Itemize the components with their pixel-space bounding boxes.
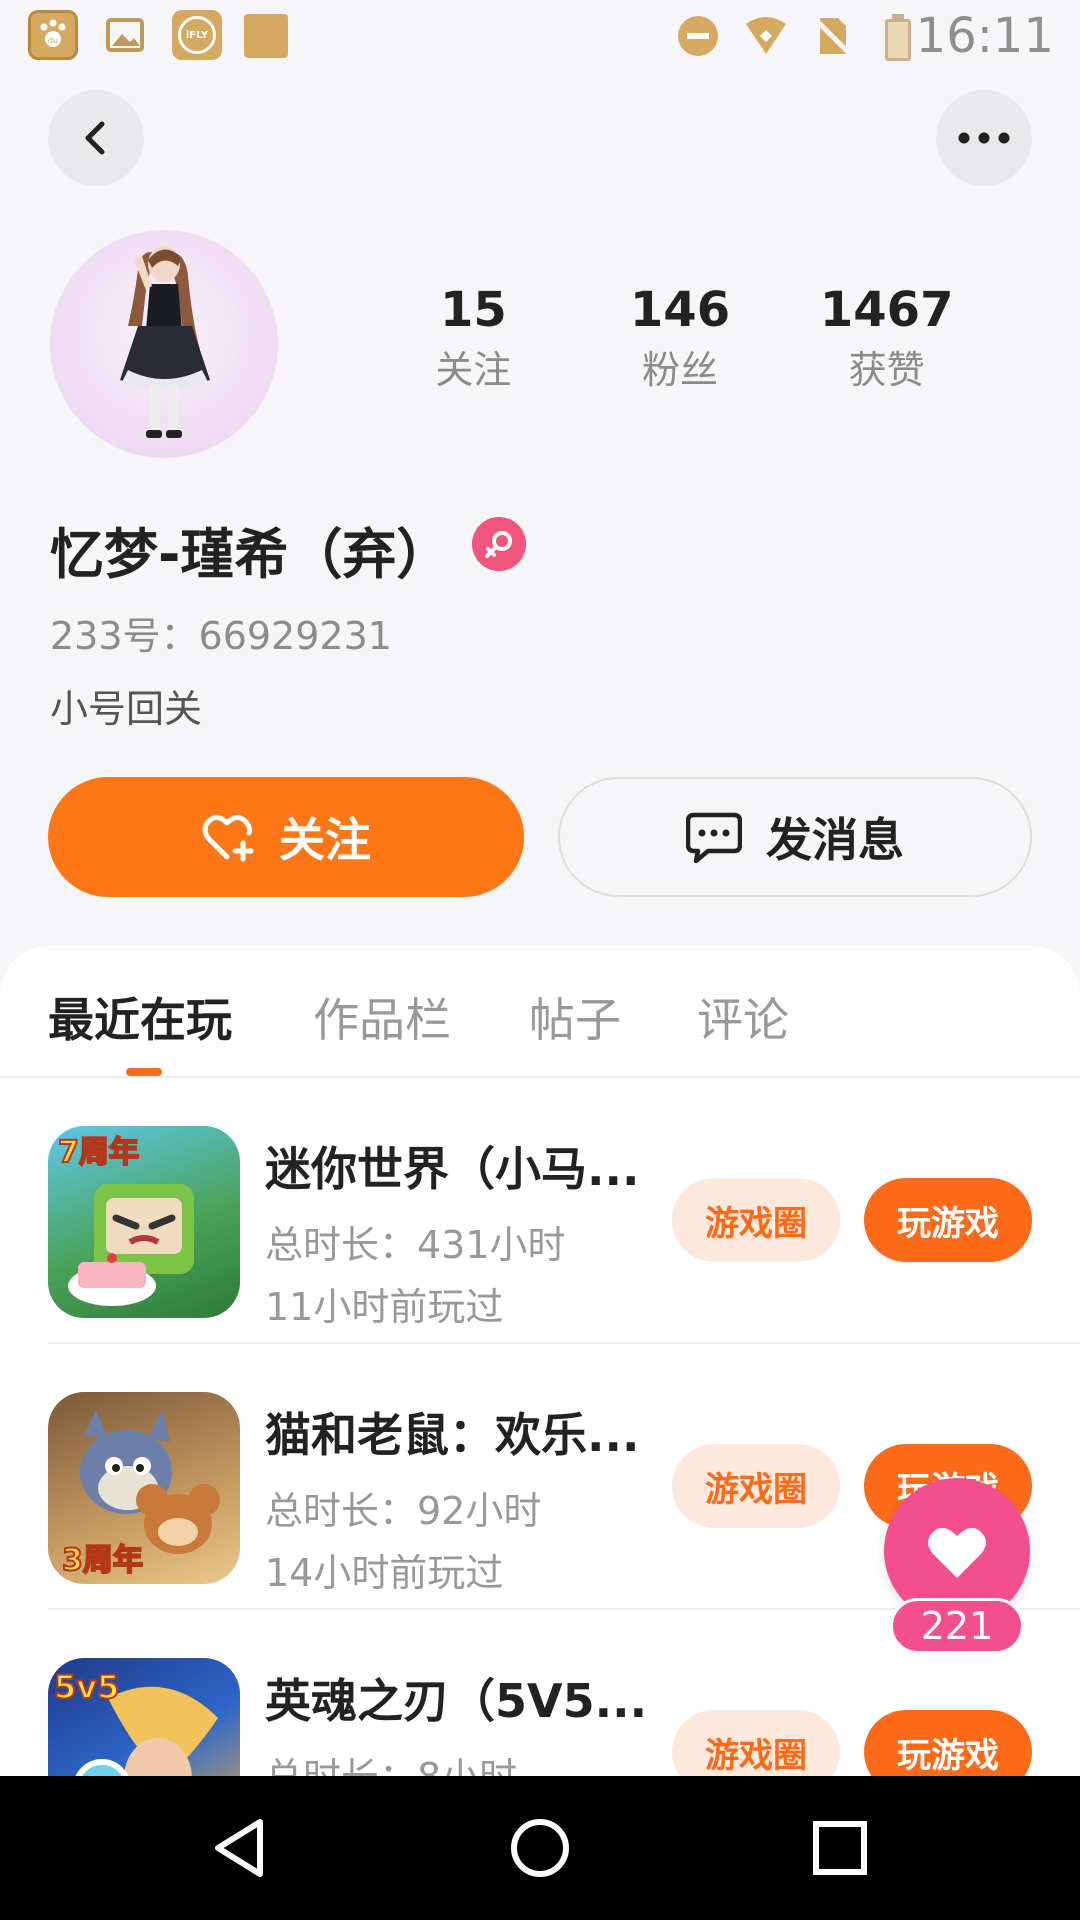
stat-label: 关注 xyxy=(435,348,512,392)
follow-label: 关注 xyxy=(279,813,371,867)
message-button[interactable]: 发消息 xyxy=(558,777,1032,897)
baidu-app-icon: du xyxy=(28,10,78,60)
active-tab-indicator xyxy=(126,1068,162,1076)
list-item[interactable]: 7周年 迷你世界（小马... 总时长：431小时 11小时前玩过 游戏圈 玩游戏 xyxy=(0,1078,1080,1344)
tab-works[interactable]: 作品栏 xyxy=(313,984,451,1050)
stat-label: 获赞 xyxy=(848,348,925,392)
ifly-app-icon: iFLY xyxy=(172,10,222,60)
game-circle-button[interactable]: 游戏圈 xyxy=(672,1444,840,1528)
stat-label: 粉丝 xyxy=(642,348,719,392)
svg-text:5v5: 5v5 xyxy=(54,1668,119,1706)
stat-likes[interactable]: 1467 获赞 xyxy=(783,282,990,412)
game-total-time: 总时长：431小时 xyxy=(265,1223,566,1267)
heart-icon xyxy=(928,1527,986,1578)
game-last-played: 14小时前玩过 xyxy=(265,1551,504,1595)
more-dots-icon xyxy=(958,132,1010,144)
chat-bubble-icon xyxy=(686,812,742,863)
chevron-left-icon xyxy=(85,121,105,155)
follow-button[interactable]: 关注 xyxy=(48,777,524,897)
avatar[interactable] xyxy=(50,230,278,458)
system-nav-bar xyxy=(0,1776,1080,1920)
user-bio: 小号回关 xyxy=(50,687,203,731)
stat-fans[interactable]: 146 粉丝 xyxy=(577,282,784,412)
stat-value: 15 xyxy=(439,282,507,338)
play-game-button[interactable]: 玩游戏 xyxy=(864,1710,1032,1776)
stat-value: 146 xyxy=(629,282,731,338)
female-icon xyxy=(472,517,526,571)
tom-and-jerry-game-icon: 3周年 xyxy=(48,1392,240,1584)
message-label: 发消息 xyxy=(766,813,904,867)
game-title: 英魂之刃（5V5... xyxy=(265,1674,648,1728)
back-button[interactable] xyxy=(48,90,144,186)
stat-value: 1467 xyxy=(819,282,954,338)
play-game-button[interactable]: 玩游戏 xyxy=(864,1178,1032,1262)
svg-text:du: du xyxy=(48,36,58,45)
stat-following[interactable]: 15 关注 xyxy=(370,282,577,412)
gallery-icon xyxy=(100,10,150,60)
nickname: 忆梦-瑾希（弃） xyxy=(50,523,451,586)
no-sim-icon xyxy=(810,14,854,58)
soul-blade-game-icon: 5v5 xyxy=(48,1658,240,1776)
battery-icon xyxy=(876,14,920,61)
wifi-icon xyxy=(744,14,788,58)
profile-stats: 15 关注 146 粉丝 1467 获赞 xyxy=(370,282,990,412)
tab-comments[interactable]: 评论 xyxy=(697,984,789,1050)
game-title: 猫和老鼠：欢乐... xyxy=(265,1408,640,1462)
game-last-played: 11小时前玩过 xyxy=(265,1285,504,1329)
game-total-time: 总时长：8小时 xyxy=(265,1746,517,1776)
mini-world-game-icon: 7周年 xyxy=(48,1126,240,1318)
do-not-disturb-icon xyxy=(676,14,720,58)
profile-tabs: 最近在玩 作品栏 帖子 评论 xyxy=(0,946,1080,1078)
avatar-character xyxy=(120,246,210,438)
svg-text:3周年: 3周年 xyxy=(62,1543,143,1578)
tab-recently-played[interactable]: 最近在玩 xyxy=(48,984,232,1050)
svg-text:7周年: 7周年 xyxy=(58,1135,139,1170)
heart-plus-icon xyxy=(202,815,254,862)
game-title: 迷你世界（小马... xyxy=(265,1142,640,1196)
nav-back-icon[interactable] xyxy=(190,1798,290,1898)
nav-recents-icon[interactable] xyxy=(790,1798,890,1898)
game-circle-button[interactable]: 游戏圈 xyxy=(672,1710,840,1776)
user-id: 233号：66929231 xyxy=(50,614,392,658)
game-circle-button[interactable]: 游戏圈 xyxy=(672,1178,840,1262)
clock: 16:11 xyxy=(915,8,1054,64)
game-total-time: 总时长：92小时 xyxy=(265,1489,542,1533)
nav-home-icon[interactable] xyxy=(490,1798,590,1898)
more-button[interactable] xyxy=(936,90,1032,186)
status-bar: du iFLY 16:11 xyxy=(0,0,1080,76)
like-count: 221 xyxy=(890,1598,1024,1654)
tab-posts[interactable]: 帖子 xyxy=(529,984,621,1050)
square-app-icon xyxy=(244,14,288,58)
